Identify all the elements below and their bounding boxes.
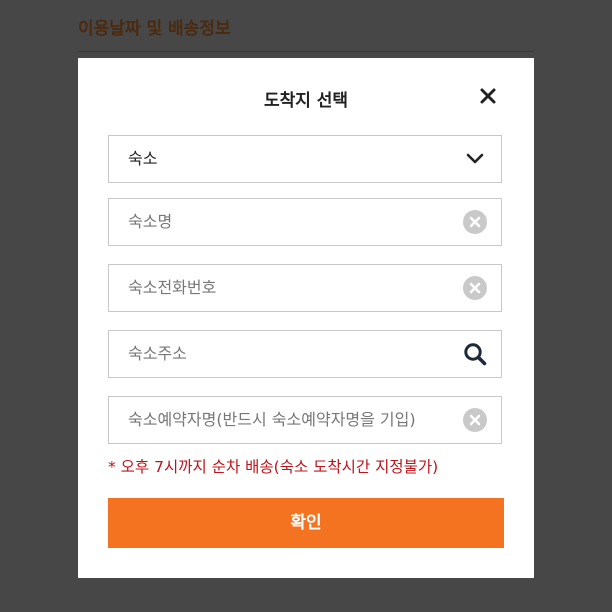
reservation-name-input[interactable]: 숙소예약자명(반드시 숙소예약자명을 기입) (108, 396, 502, 444)
lodging-address-input[interactable]: 숙소주소 (108, 330, 502, 378)
lodging-phone-input[interactable]: 숙소전화번호 (108, 264, 502, 312)
section-title: 이용날짜 및 배송정보 (78, 19, 231, 39)
reservation-name-placeholder: 숙소예약자명(반드시 숙소예약자명을 기입) (128, 410, 416, 429)
close-icon (480, 88, 496, 104)
chevron-down-icon (466, 153, 484, 164)
lodging-address-placeholder: 숙소주소 (128, 344, 187, 363)
lodging-name-input[interactable]: 숙소명 (108, 198, 502, 246)
confirm-button[interactable]: 확인 (108, 498, 504, 548)
search-icon[interactable] (463, 342, 487, 366)
lodging-name-placeholder: 숙소명 (128, 212, 173, 231)
modal-title: 도착지 선택 (263, 91, 349, 111)
destination-modal: 도착지 선택 숙소 숙소명 숙소전화번호 숙소주소 숙소예약자명(반드시 숙소예… (78, 58, 534, 578)
clear-icon[interactable] (463, 276, 487, 300)
destination-type-select[interactable]: 숙소 (108, 135, 502, 183)
clear-icon[interactable] (463, 210, 487, 234)
close-button[interactable] (476, 84, 500, 108)
lodging-phone-placeholder: 숙소전화번호 (128, 278, 217, 297)
section-divider (78, 51, 534, 52)
select-value: 숙소 (128, 149, 158, 168)
clear-icon[interactable] (463, 408, 487, 432)
delivery-note: * 오후 7시까지 순차 배송(숙소 도착시간 지정불가) (108, 458, 439, 476)
